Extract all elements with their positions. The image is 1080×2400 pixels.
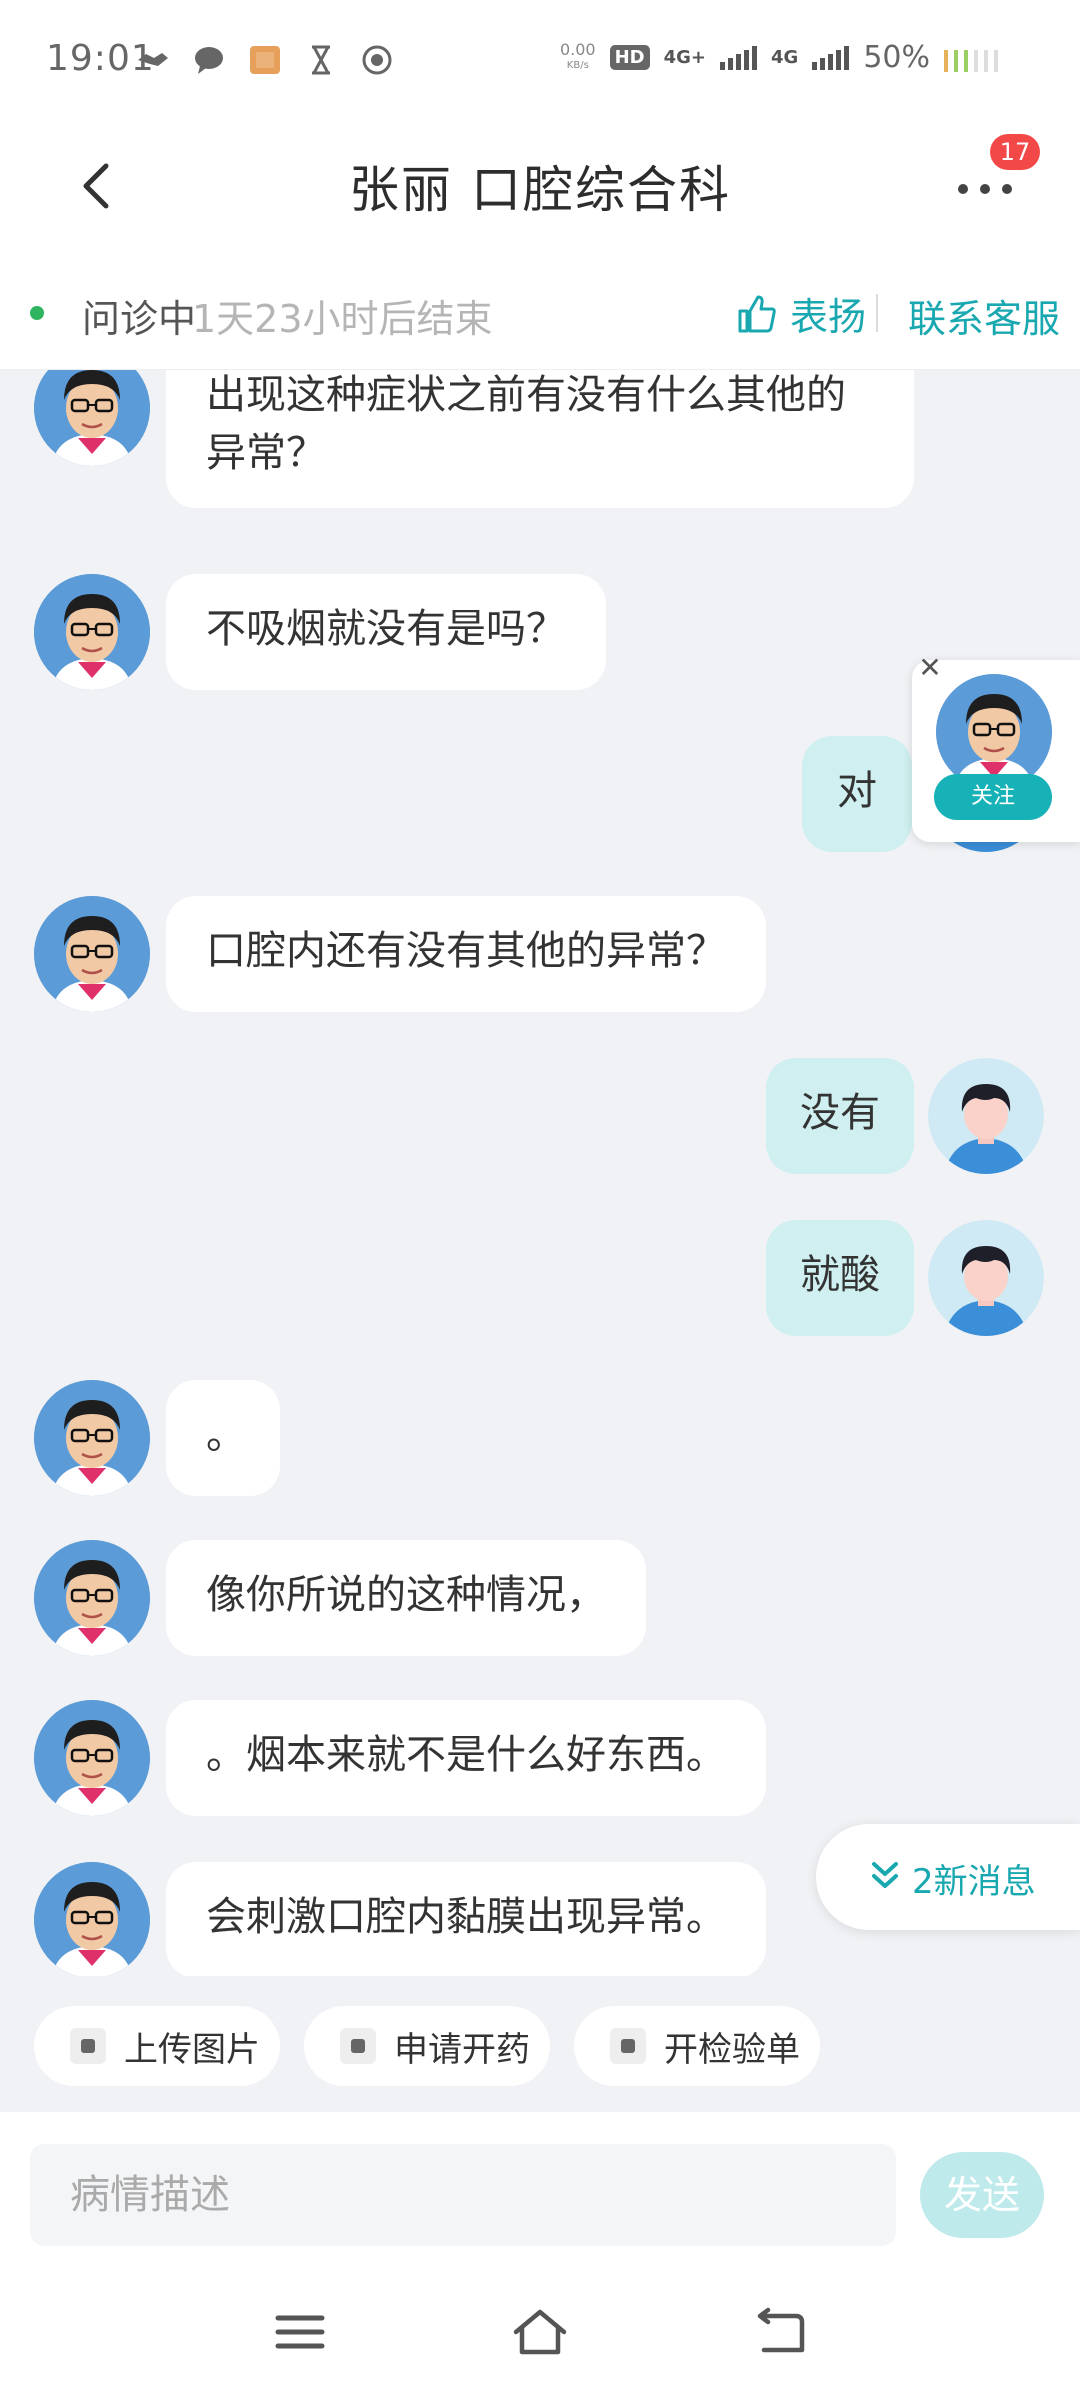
doctor-avatar[interactable] [34,1862,150,1978]
back-nav-icon[interactable] [750,2302,810,2362]
double-chevron-down-icon [872,1862,898,1888]
handshake-icon [138,53,168,66]
send-button[interactable]: 发送 [920,2152,1044,2238]
divider [876,294,878,332]
praise-label: 表扬 [790,295,867,339]
consult-remaining-time: 1天23小时后结束 [192,297,493,341]
request-prescription-button[interactable]: 申请开药 [304,2006,550,2086]
message-bubble: 口腔内还有没有其他的异常？ [166,896,766,1012]
follow-button[interactable]: 关注 [934,774,1052,820]
status-bar: 19:01 0.00 KB/s HD 4G+ 4G 50% [0,0,1080,120]
new-messages-button[interactable]: 2新消息 [816,1824,1080,1930]
signal-icon [812,45,850,70]
app-notification-icon [250,46,280,74]
system-indicators: 0.00 KB/s HD 4G+ 4G 50% [560,40,930,75]
message-bubble: 。 [166,1380,280,1496]
message-bubble: 。烟本来就不是什么好东西。 [166,1700,766,1816]
battery-percent: 50% [863,40,930,75]
message-input-bar: 病情描述 发送 [0,2112,1080,2262]
quick-action-label: 上传图片 [124,2029,260,2070]
message-bubble: 会刺激口腔内黏膜出现异常。 [166,1862,766,1978]
more-options-button[interactable] [952,168,1022,208]
online-status-dot [30,306,44,320]
praise-button[interactable]: 表扬 [736,286,866,341]
hd-icon: HD [609,45,650,70]
condition-description-input[interactable]: 病情描述 [30,2144,896,2246]
message-bubble: 就酸 [766,1220,914,1336]
network-type-2: 4G [771,47,799,68]
system-navigation-bar [0,2262,1080,2400]
notification-icons [136,44,394,76]
upload-image-button[interactable]: 上传图片 [34,2006,280,2086]
menu-icon[interactable] [270,2302,330,2362]
lab-test-button[interactable]: 开检验单 [574,2006,820,2086]
doctor-avatar[interactable] [34,1540,150,1656]
consultation-status-bar: 问诊中 1天23小时后结束 表扬 联系客服 [0,250,1080,370]
app-header: 张丽 口腔综合科 17 [0,120,1080,250]
thumbs-up-icon [738,295,776,332]
home-icon[interactable] [510,2302,570,2362]
doctor-avatar[interactable] [34,1700,150,1816]
quick-action-label: 开检验单 [664,2029,800,2070]
close-icon[interactable]: ✕ [912,650,948,686]
quick-action-label: 申请开药 [394,2029,530,2070]
message-bubble: 像你所说的这种情况， [166,1540,646,1656]
doctor-avatar[interactable] [34,1380,150,1496]
follow-doctor-card: ✕ 关注 [912,651,1080,842]
new-messages-label: 2新消息 [912,1862,1036,1902]
doctor-avatar[interactable] [936,674,1052,790]
doctor-avatar[interactable] [34,370,150,466]
message-bubble: 没有 [766,1058,914,1174]
network-type-1: 4G+ [663,47,706,68]
app-badge-icon [362,45,392,75]
user-avatar[interactable] [928,1220,1044,1336]
user-avatar[interactable] [928,1058,1044,1174]
doctor-avatar[interactable] [34,896,150,1012]
page-title: 张丽 口腔综合科 [349,161,731,219]
message-bubble: 不吸烟就没有是吗？ [166,574,606,690]
medicine-icon [340,2028,376,2064]
contact-support-link[interactable]: 联系客服 [908,288,1060,343]
hourglass-icon [312,45,330,75]
chat-bubble-icon [195,47,223,74]
unread-badge: 17 [990,134,1040,170]
signal-icon [720,45,757,70]
image-icon [70,2028,106,2064]
network-speed: 0.00 KB/s [559,39,596,71]
message-bubble: 对 [802,736,912,852]
battery-icon [944,50,998,72]
lab-test-icon [610,2028,646,2064]
message-bubble: 出现这种症状之前有没有什么其他的异常？ [166,370,914,508]
doctor-avatar[interactable] [34,574,150,690]
consult-status: 问诊中 [82,297,197,341]
